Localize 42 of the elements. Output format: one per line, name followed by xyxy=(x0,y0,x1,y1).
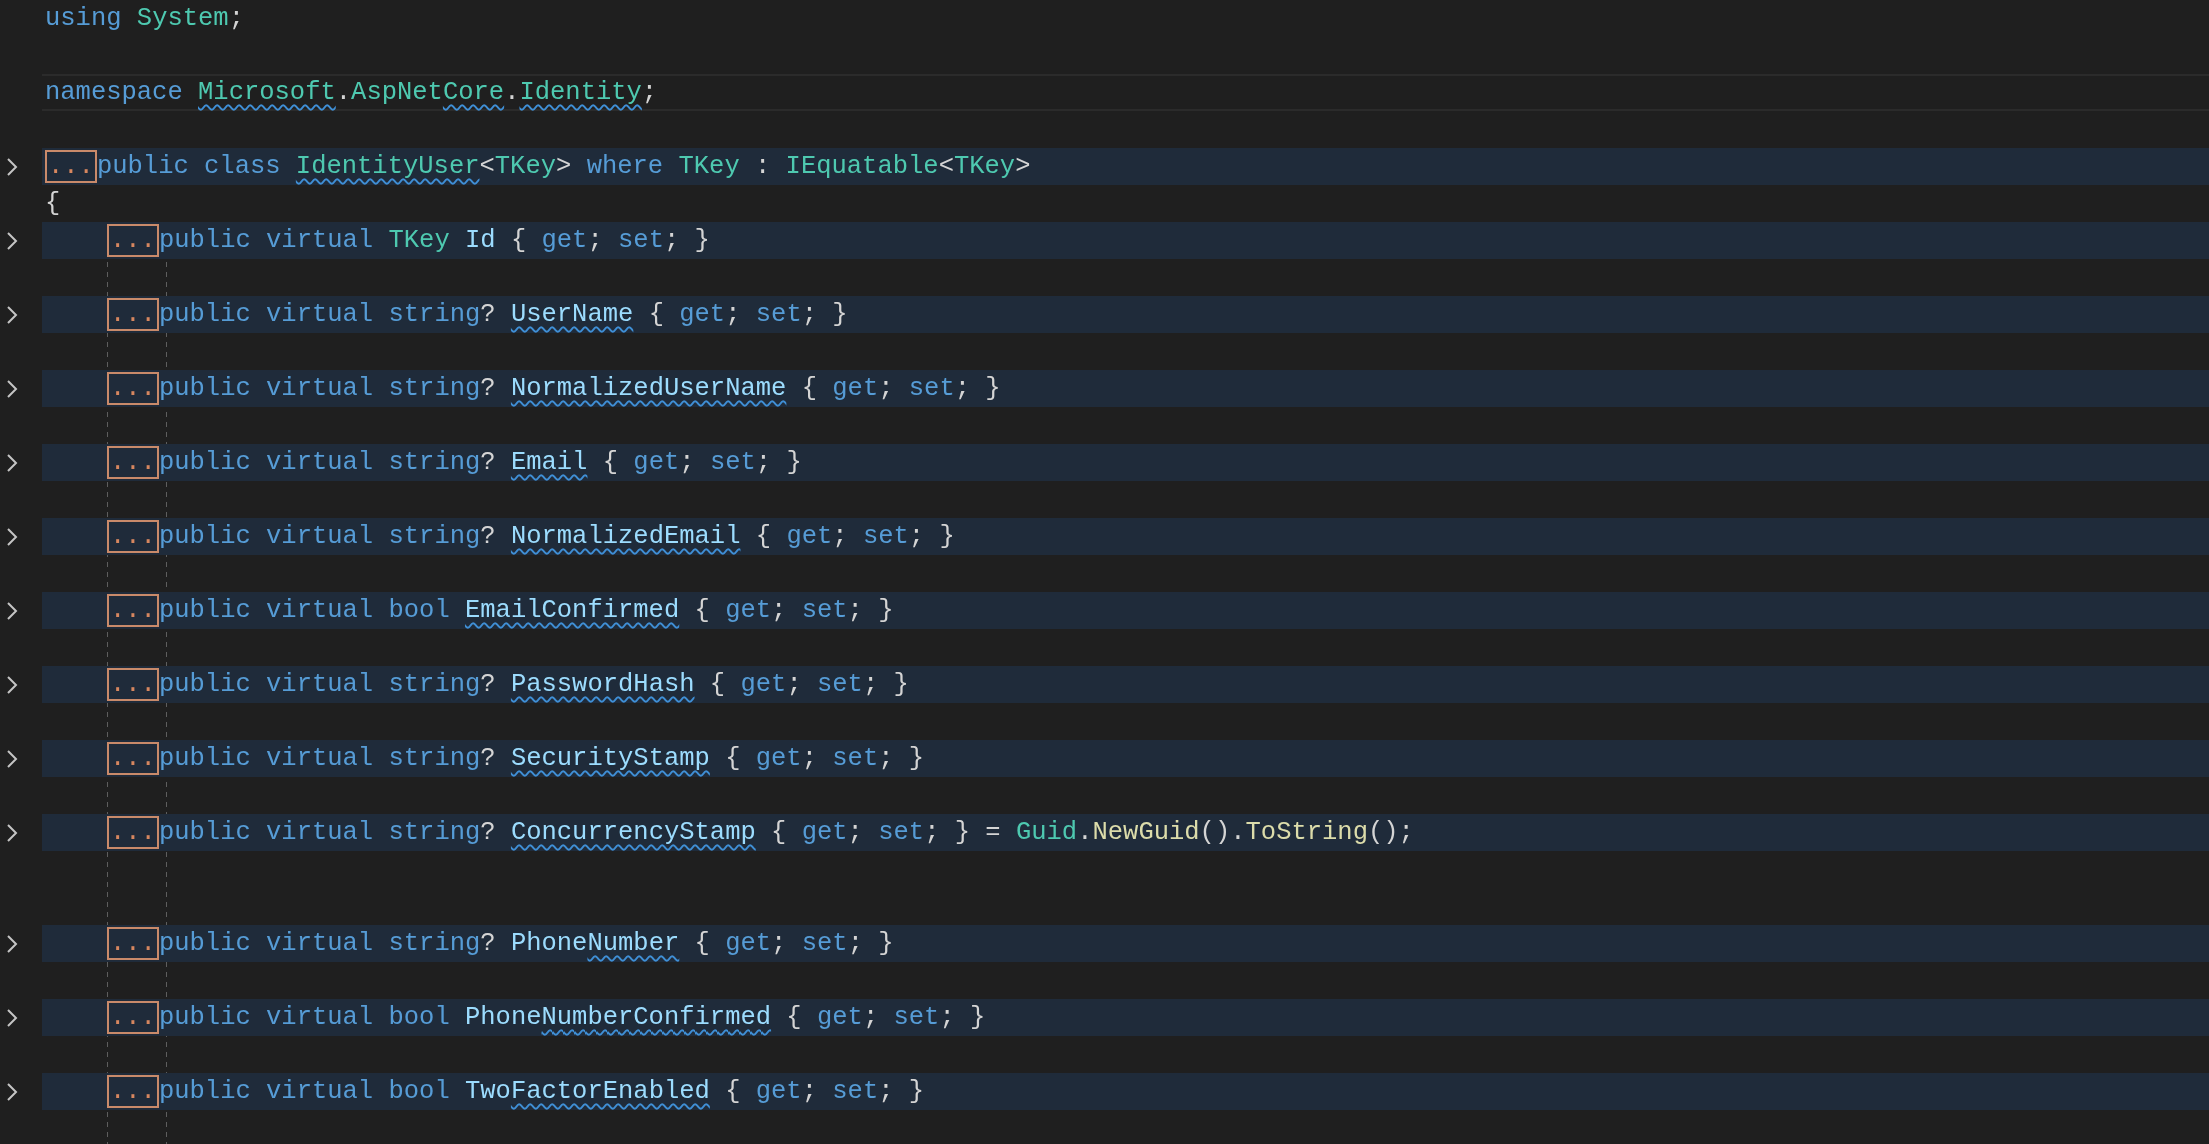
chevron-right-icon[interactable] xyxy=(6,304,18,325)
fold-expand-button[interactable]: ... xyxy=(107,742,159,775)
fold-expand-button[interactable]: ... xyxy=(107,594,159,627)
code-text: public virtual TKey Id { get; set; } xyxy=(158,225,710,257)
code-text: public virtual string? Email { get; set; } xyxy=(158,447,802,479)
fold-expand-button[interactable]: ... xyxy=(107,1075,159,1108)
fold-expand-button[interactable]: ... xyxy=(107,520,159,553)
fold-expand-button[interactable]: ... xyxy=(107,1001,159,1034)
fold-expand-button[interactable]: ... xyxy=(107,446,159,479)
code-text: public virtual string? PasswordHash { get; set; } xyxy=(158,669,909,701)
code-text: public virtual string? ConcurrencyStamp { get; set; } = Guid.NewGuid().ToString(); xyxy=(158,817,1414,849)
code-text: public virtual string? NormalizedUserName { get; set; } xyxy=(158,373,1001,405)
fold-expand-button[interactable]: ... xyxy=(107,224,159,257)
chevron-right-icon[interactable] xyxy=(6,822,18,843)
fold-expand-button[interactable]: ... xyxy=(107,372,159,405)
chevron-right-icon[interactable] xyxy=(6,526,18,547)
code-text: public virtual string? UserName { get; set; } xyxy=(158,299,848,331)
chevron-right-icon[interactable] xyxy=(6,674,18,695)
chevron-right-icon[interactable] xyxy=(6,933,18,954)
chevron-right-icon[interactable] xyxy=(6,378,18,399)
chevron-right-icon[interactable] xyxy=(6,452,18,473)
code-text: public virtual string? SecurityStamp { get; set; } xyxy=(158,743,925,775)
fold-expand-button[interactable]: ... xyxy=(45,150,97,183)
code-text: using System; xyxy=(45,3,244,35)
chevron-right-icon[interactable] xyxy=(6,1081,18,1102)
chevron-right-icon[interactable] xyxy=(6,748,18,769)
code-text: namespace Microsoft.AspNetCore.Identity; xyxy=(45,77,658,109)
code-text: public virtual string? PhoneNumber { get; set; } xyxy=(158,928,894,960)
chevron-right-icon[interactable] xyxy=(6,600,18,621)
code-text: public virtual bool TwoFactorEnabled { get; set; } xyxy=(158,1076,925,1108)
chevron-right-icon[interactable] xyxy=(6,156,18,177)
fold-expand-button[interactable]: ... xyxy=(107,668,159,701)
fold-expand-button[interactable]: ... xyxy=(107,927,159,960)
code-text: { xyxy=(45,188,61,220)
fold-expand-button[interactable]: ... xyxy=(107,816,159,849)
fold-expand-button[interactable]: ... xyxy=(107,298,159,331)
code-text: public virtual string? NormalizedEmail { get; set; } xyxy=(158,521,955,553)
code-text: public class IdentityUser<TKey> where TKey : IEquatable<TKey> xyxy=(96,151,1031,183)
code-text: public virtual bool EmailConfirmed { get; set; } xyxy=(158,595,894,627)
chevron-right-icon[interactable] xyxy=(6,1007,18,1028)
chevron-right-icon[interactable] xyxy=(6,230,18,251)
code-text: public virtual bool PhoneNumberConfirmed { get; set; } xyxy=(158,1002,986,1034)
